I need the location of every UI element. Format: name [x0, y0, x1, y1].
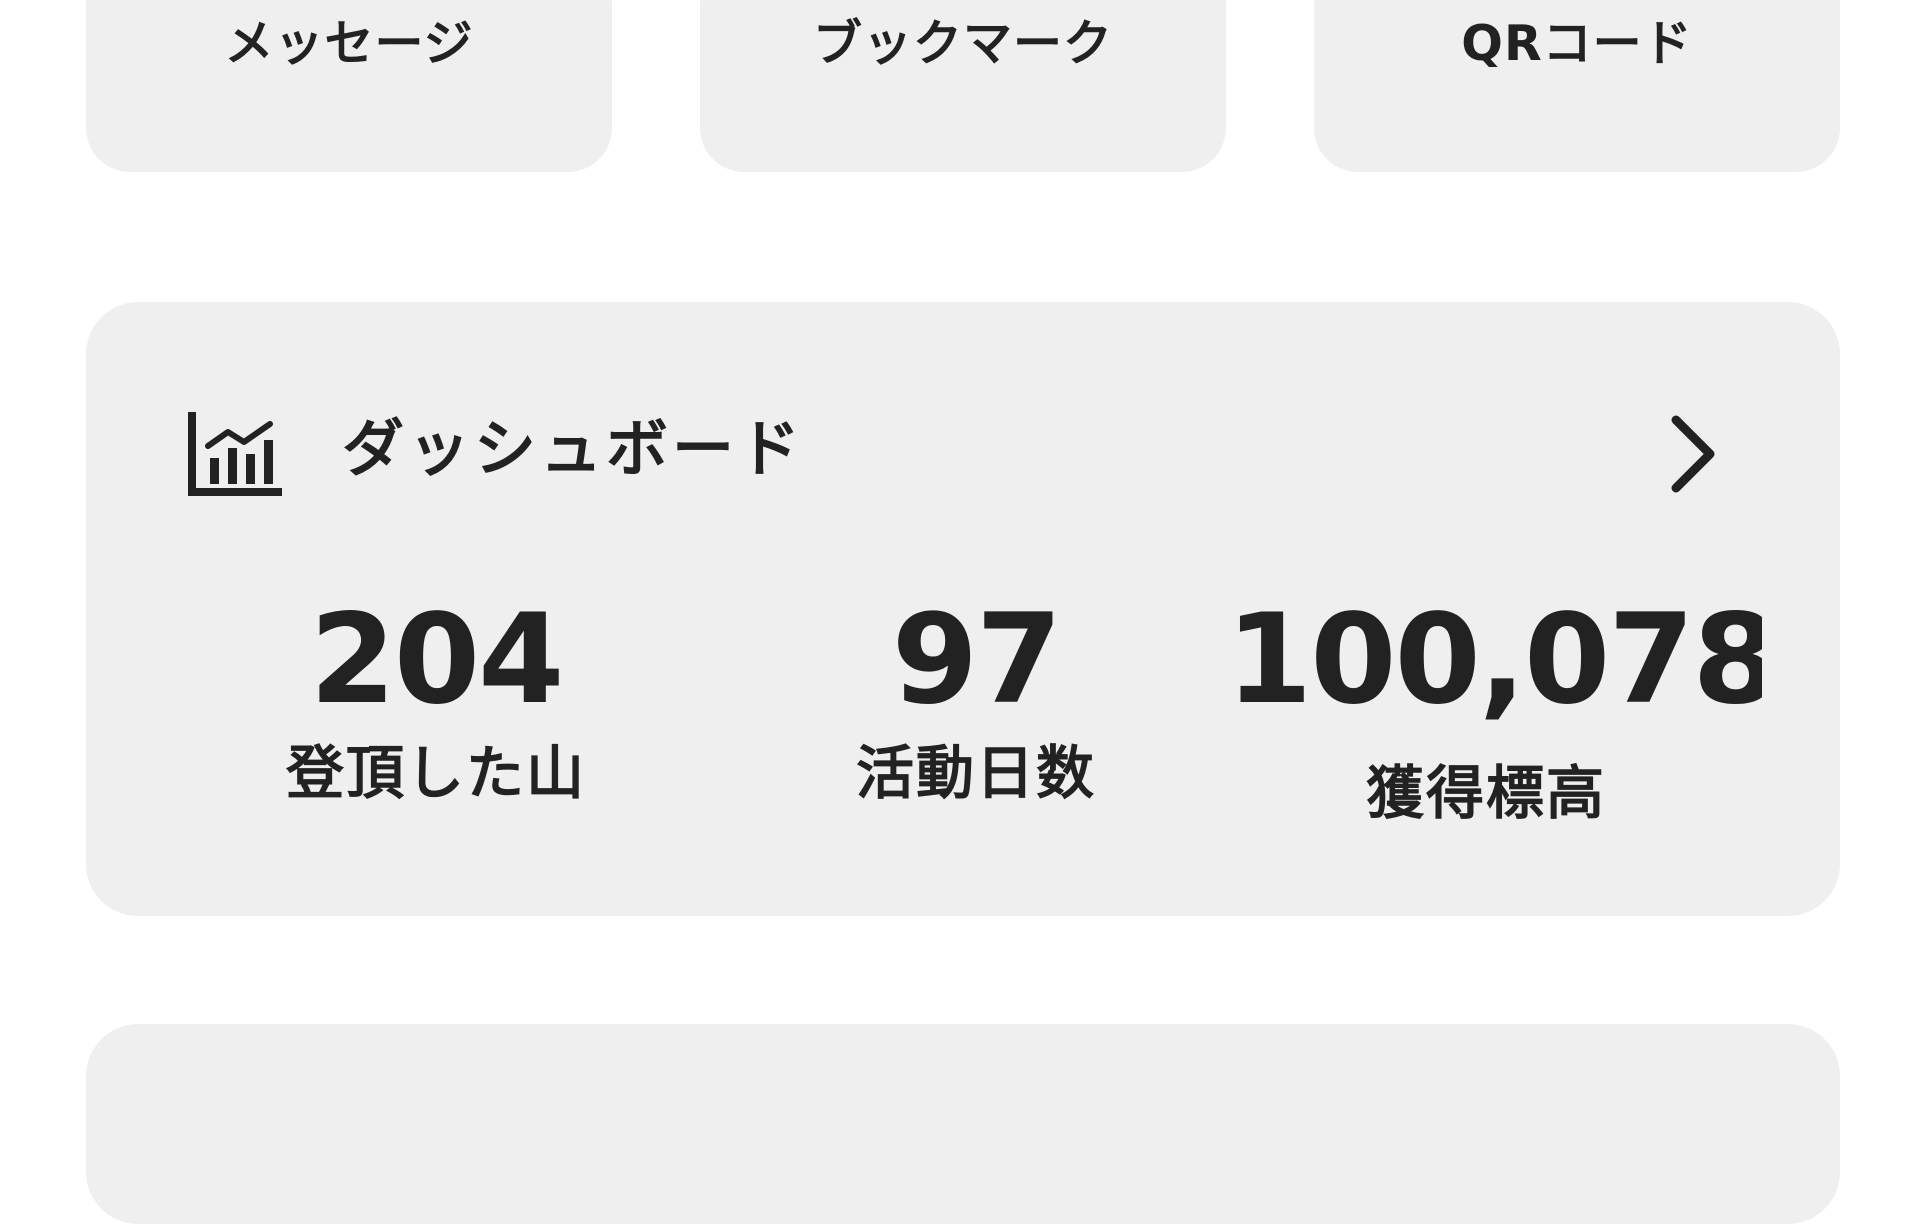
stat-label: 登頂した山: [285, 739, 586, 807]
quick-action-label: ブックマーク: [812, 15, 1113, 72]
stat-value: 100,078: [1226, 598, 1762, 728]
stat-activity-days: 97 活動日数: [806, 598, 1146, 802]
stat-value: 97: [891, 588, 1063, 732]
dashboard-card: ダッシュボード 204 登頂した山 97 活動日数 100,078 m 獲得標高: [86, 302, 1840, 916]
dashboard-title: ダッシュボード: [342, 412, 805, 485]
quick-action-qr-code[interactable]: QRコード: [1314, 0, 1840, 172]
dashboard-header-link[interactable]: ダッシュボード: [86, 302, 1840, 502]
stat-label: 活動日数: [855, 739, 1096, 807]
stat-summits: 204 登頂した山: [266, 598, 606, 802]
stat-label: 獲得標高: [1365, 759, 1606, 827]
stat-elevation-gain: 100,078 m: [1226, 598, 1762, 728]
bar-chart-icon: [188, 412, 282, 496]
stat-elevation-gain-label-wrap: 獲得標高: [1286, 742, 1686, 822]
quick-action-label: QRコード: [1461, 15, 1693, 72]
stat-value: 204: [309, 588, 565, 732]
quick-action-messages[interactable]: メッセージ: [86, 0, 612, 172]
quick-action-bookmarks[interactable]: ブックマーク: [700, 0, 1226, 172]
next-card: [86, 1024, 1840, 1224]
quick-action-label: メッセージ: [224, 15, 474, 72]
chevron-right-icon: [1671, 415, 1715, 493]
